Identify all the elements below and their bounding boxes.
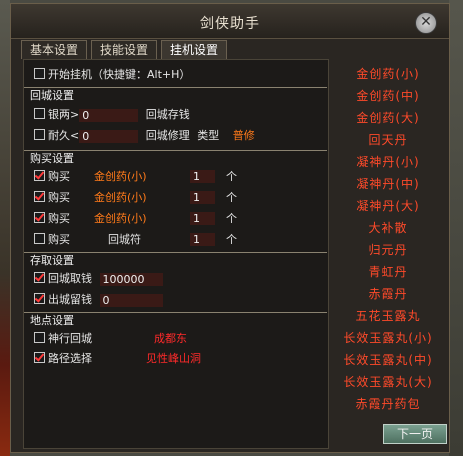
path-select-checkbox[interactable] xyxy=(34,352,45,363)
section-storage: 存取设置 xyxy=(24,252,327,268)
withdraw-checkbox[interactable] xyxy=(34,272,45,283)
start-autoplay-label: 开始挂机（快捷键：Alt+H） xyxy=(48,68,191,81)
list-item[interactable]: 金创药(中) xyxy=(329,87,447,104)
path-select-row[interactable]: 路径选择 见性峰山洞 xyxy=(34,350,201,368)
buy-checkbox[interactable] xyxy=(34,191,45,202)
tab-skill-settings[interactable]: 技能设置 xyxy=(91,40,158,59)
buy-qty-input[interactable]: 1 xyxy=(190,170,215,183)
withdraw-row[interactable]: 回城取钱 100000 xyxy=(34,270,163,288)
buy-row[interactable]: 购买 金创药(小) 1 个 xyxy=(34,189,237,207)
start-autoplay-row[interactable]: 开始挂机（快捷键：Alt+H） xyxy=(34,66,190,84)
path-select-label: 路径选择 xyxy=(48,352,92,365)
list-item[interactable]: 赤霞丹 xyxy=(329,285,447,302)
buy-qty-input[interactable]: 1 xyxy=(190,212,215,225)
silver-action-label: 回城存钱 xyxy=(145,108,190,121)
list-item[interactable]: 青虹丹 xyxy=(329,263,447,280)
next-page-button[interactable]: 下一页 xyxy=(383,424,447,444)
buy-item-select[interactable]: 金创药(小) xyxy=(94,210,147,228)
buy-qty-input[interactable]: 1 xyxy=(190,191,215,204)
section-buy: 购买设置 xyxy=(24,150,327,166)
silver-row[interactable]: 银两> 0 回城存钱 xyxy=(34,106,190,124)
list-item[interactable]: 回天丹 xyxy=(329,131,447,148)
buy-unit-label: 个 xyxy=(226,233,237,246)
section-return: 回城设置 xyxy=(24,87,327,103)
buy-row[interactable]: 购买 回城符 1 个 xyxy=(34,231,237,249)
list-item[interactable]: 凝神丹(中) xyxy=(329,175,447,192)
settings-panel: 开始挂机（快捷键：Alt+H） 回城设置 银两> 0 回城存钱 耐久< 0 回城修理… xyxy=(23,59,329,449)
keep-money-row[interactable]: 出城留钱 0 xyxy=(34,291,163,309)
keep-money-input[interactable]: 0 xyxy=(99,293,163,307)
walk-return-label: 神行回城 xyxy=(48,332,92,345)
walk-return-checkbox[interactable] xyxy=(34,332,45,343)
buy-label: 购买 xyxy=(48,170,70,183)
start-autoplay-checkbox[interactable] xyxy=(34,68,45,79)
tab-basic-settings[interactable]: 基本设置 xyxy=(21,40,88,59)
buy-qty-input[interactable]: 1 xyxy=(190,233,215,246)
repair-type-select[interactable]: 普修 xyxy=(233,129,255,142)
buy-unit-label: 个 xyxy=(226,191,237,204)
walk-return-row[interactable]: 神行回城 成都东 xyxy=(34,330,187,348)
section-location: 地点设置 xyxy=(24,312,327,328)
list-item[interactable]: 归元丹 xyxy=(329,241,447,258)
list-item[interactable]: 凝神丹(小) xyxy=(329,153,447,170)
keep-money-checkbox[interactable] xyxy=(34,293,45,304)
list-item[interactable]: 金创药(大) xyxy=(329,109,447,126)
list-item[interactable]: 大补散 xyxy=(329,219,447,236)
background-right xyxy=(449,0,463,456)
list-item[interactable]: 凝神丹(大) xyxy=(329,197,447,214)
buy-item-select[interactable]: 金创药(小) xyxy=(94,189,147,207)
background-left xyxy=(0,0,10,456)
list-item[interactable]: 长效玉露丸(小) xyxy=(329,329,447,346)
withdraw-input[interactable]: 100000 xyxy=(99,272,163,286)
durability-action-label: 回城修理 xyxy=(145,129,190,142)
durability-checkbox[interactable] xyxy=(34,129,45,140)
buy-label: 购买 xyxy=(48,233,70,246)
close-icon[interactable]: ✕ xyxy=(415,12,437,34)
path-select-value[interactable]: 见性峰山洞 xyxy=(146,350,201,368)
silver-checkbox[interactable] xyxy=(34,108,45,119)
walk-return-destination[interactable]: 成都东 xyxy=(154,330,187,348)
silver-label: 银两> xyxy=(48,108,80,121)
buy-checkbox[interactable] xyxy=(34,233,45,244)
list-item[interactable]: 长效玉露丸(中) xyxy=(329,351,447,368)
buy-unit-label: 个 xyxy=(226,170,237,183)
tab-autoplay-settings[interactable]: 挂机设置 xyxy=(161,40,228,59)
list-item[interactable]: 赤霞丹药包 xyxy=(329,395,447,412)
durability-label: 耐久< xyxy=(48,129,80,142)
buy-item-select[interactable]: 回城符 xyxy=(108,231,141,249)
list-item[interactable]: 长效玉露丸(大) xyxy=(329,373,447,390)
buy-checkbox[interactable] xyxy=(34,212,45,223)
assistant-window: 剑侠助手 ✕ 基本设置 技能设置 挂机设置 开始挂机（快捷键：Alt+H） 回城… xyxy=(10,3,450,453)
buy-row[interactable]: 购买 金创药(小) 1 个 xyxy=(34,210,237,228)
silver-input[interactable]: 0 xyxy=(79,108,139,122)
list-item[interactable]: 五花玉露丸 xyxy=(329,307,447,324)
tab-bar: 基本设置 技能设置 挂机设置 xyxy=(21,40,231,60)
list-item[interactable]: 金创药(小) xyxy=(329,65,447,82)
buy-label: 购买 xyxy=(48,212,70,225)
item-list: 金创药(小) 金创药(中) 金创药(大) 回天丹 凝神丹(小) 凝神丹(中) 凝… xyxy=(329,62,447,412)
buy-label: 购买 xyxy=(48,191,70,204)
durability-input[interactable]: 0 xyxy=(79,129,139,143)
buy-unit-label: 个 xyxy=(226,212,237,225)
withdraw-label: 回城取钱 xyxy=(48,272,92,285)
buy-row[interactable]: 购买 金创药(小) 1 个 xyxy=(34,168,237,186)
repair-type-label: 类型 xyxy=(197,129,220,142)
window-title: 剑侠助手 xyxy=(200,16,260,32)
buy-checkbox[interactable] xyxy=(34,170,45,181)
durability-row[interactable]: 耐久< 0 回城修理 类型 普修 xyxy=(34,127,255,145)
keep-money-label: 出城留钱 xyxy=(48,293,92,306)
title-bar[interactable]: 剑侠助手 ✕ xyxy=(11,4,449,39)
buy-item-select[interactable]: 金创药(小) xyxy=(94,168,147,186)
